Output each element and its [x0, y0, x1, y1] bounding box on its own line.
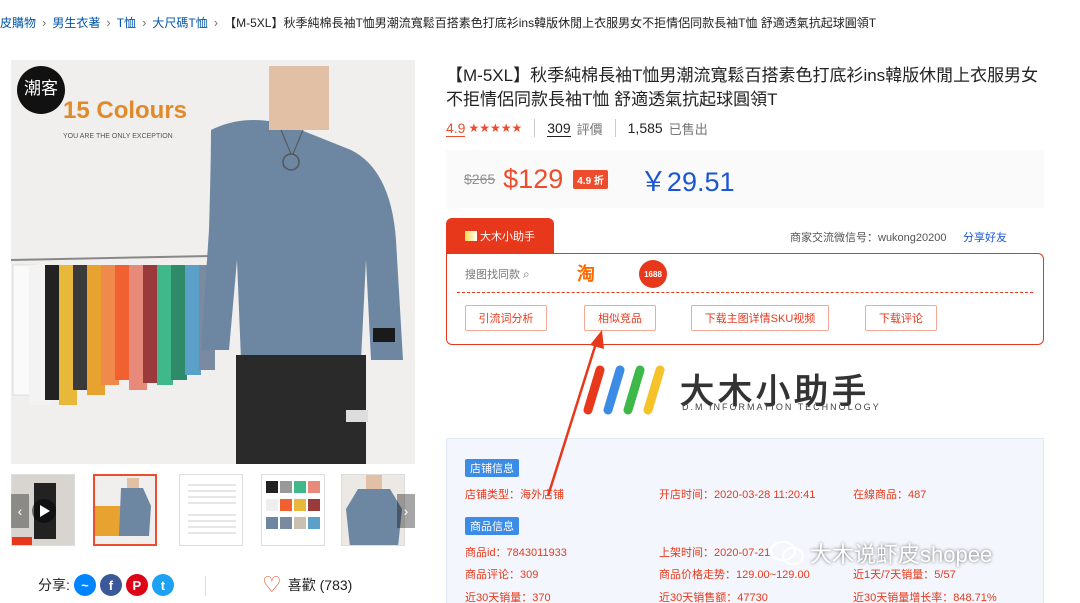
breadcrumb: 蝦皮購物 › 男生衣著 › T恤 › 大尺碼T恤 › 【M-5XL】秋季純棉長袖… — [0, 12, 876, 32]
chevron-right-icon: › — [42, 14, 47, 30]
alibaba-1688-icon[interactable]: 1688 — [639, 260, 667, 288]
share-label: 分享: — [38, 577, 70, 593]
sold-count: 1,585 — [627, 120, 663, 136]
store-type: 店铺类型：海外店铺 — [465, 489, 564, 501]
item-listed-time: 上架时间：2020-07-21 — [659, 547, 771, 559]
breadcrumb-item-subcategory[interactable]: T恤 — [117, 14, 136, 31]
breadcrumb-current: 【M-5XL】秋季純棉長袖T恤男潮流寬鬆百搭素色打底衫ins韓版休閒上衣服男女不… — [224, 15, 877, 30]
brand-stripes-icon — [583, 365, 665, 415]
reviews-label: 評價 — [576, 121, 603, 137]
breadcrumb-item-category[interactable]: 男生衣著 — [52, 14, 100, 31]
pinterest-icon[interactable]: P — [125, 574, 148, 596]
messenger-icon[interactable]: ~ — [73, 574, 96, 596]
chevron-right-icon: › — [142, 14, 147, 30]
size-chart-thumbnail — [180, 475, 242, 545]
item-id: 商品id：7843011933 — [465, 547, 567, 559]
item-reviews: 商品评论：309 — [465, 569, 539, 581]
wechat-icon — [770, 541, 804, 565]
share-divider — [205, 576, 206, 596]
watermark: 大木说虾皮shopee — [770, 535, 992, 571]
thumbnail-model[interactable] — [341, 474, 405, 546]
brand-subtitle: D.M INFORMATION TECHNOLOGY — [682, 402, 881, 412]
thumbnail-selected[interactable] — [93, 474, 157, 546]
like-label: 喜歡 (783) — [287, 577, 353, 593]
like-button[interactable]: ♡ 喜歡 (783) — [262, 572, 352, 598]
color-grid-thumbnail — [262, 475, 324, 545]
product-photo: 潮客 15 Colours YOU ARE THE ONLY EXCEPTION — [11, 60, 415, 464]
taobao-icon[interactable]: 淘 — [577, 260, 595, 286]
dashed-divider — [457, 292, 1033, 293]
product-main-image[interactable]: 潮客 15 Colours YOU ARE THE ONLY EXCEPTION — [11, 60, 415, 464]
thumbnail-image — [95, 476, 155, 544]
thumbnail-image — [342, 475, 404, 545]
thumbnail-size-chart[interactable] — [179, 474, 243, 546]
brand-badge-text: 潮客 — [24, 79, 58, 99]
thumbnail-colors[interactable] — [261, 474, 325, 546]
promo-subtitle: YOU ARE THE ONLY EXCEPTION — [63, 133, 173, 140]
divider — [614, 119, 616, 137]
plugin-logo-icon — [465, 231, 477, 241]
original-price: $265 — [464, 171, 496, 187]
plugin-share-link[interactable]: 分享好友 — [963, 229, 1007, 245]
plugin-tab-label: 大木小助手 — [480, 231, 535, 243]
prev-thumbnail-button[interactable]: ‹ — [11, 494, 29, 528]
star-rating-icon: ★★★★★ — [468, 121, 523, 135]
search-icon: ⌕ — [523, 266, 530, 281]
image-search-label: 搜图找同款 — [465, 269, 520, 281]
product-page: 蝦皮購物 › 男生衣著 › T恤 › 大尺碼T恤 › 【M-5XL】秋季純棉長袖… — [0, 0, 1080, 603]
download-media-button[interactable]: 下载主图详情SKU视频 — [691, 305, 829, 331]
plugin-wechat: 商家交流微信号：wukong20200 — [790, 232, 947, 244]
chevron-right-icon: › — [213, 14, 219, 30]
store-open-time: 开店时间：2020-03-28 11:20:41 — [659, 489, 816, 501]
item-revenue-30: 近30天销售额：47730 — [659, 592, 768, 603]
store-online-items: 在線商品：487 — [853, 489, 927, 501]
thumbnail-strip: ‹ › — [11, 474, 415, 548]
item-info-tag: 商品信息 — [465, 517, 519, 535]
facebook-icon[interactable]: f — [99, 574, 122, 596]
rating-score[interactable]: 4.9 — [446, 120, 466, 137]
rating-row: 4.9 ★★★★★ 309 評價 1,585 已售出 — [446, 118, 708, 138]
breadcrumb-item-home[interactable]: 蝦皮購物 — [0, 14, 36, 31]
item-growth-30: 近30天销量增长率：848.71% — [853, 592, 997, 603]
keyword-analysis-button[interactable]: 引流词分析 — [465, 305, 547, 331]
product-title: 【M-5XL】秋季純棉長袖T恤男潮流寬鬆百搭素色打底衫ins韓版休閒上衣服男女不… — [446, 66, 1039, 109]
price-box: $265 $129 4.9 折 ￥29.51 — [446, 150, 1044, 208]
image-search-button[interactable]: 搜图找同款 ⌕ — [465, 266, 530, 282]
breadcrumb-item-leaf[interactable]: 大尺碼T恤 — [152, 14, 207, 31]
plugin-panel: 搜图找同款 ⌕ 淘 1688 引流词分析 相似竞品 下载主图详情SKU视频 下载… — [446, 253, 1044, 345]
next-thumbnail-button[interactable]: › — [397, 494, 415, 528]
plugin-tab[interactable]: 大木小助手 — [446, 218, 554, 254]
sold-label: 已售出 — [668, 121, 708, 137]
chevron-right-icon: › — [106, 14, 111, 30]
reviews-count[interactable]: 309 — [547, 120, 571, 137]
watermark-text: 大木说虾皮shopee — [810, 542, 993, 567]
heart-icon: ♡ — [262, 572, 282, 597]
cny-price: ￥29.51 — [639, 166, 735, 197]
download-reviews-button[interactable]: 下载评论 — [865, 305, 937, 331]
divider — [534, 119, 536, 137]
store-info-tag: 店铺信息 — [465, 459, 519, 477]
plugin-brand-logo: 大木小助手 D.M INFORMATION TECHNOLOGY — [578, 360, 918, 416]
store-info-panel: 店铺信息 店铺类型：海外店铺 开店时间：2020-03-28 11:20:41 … — [446, 438, 1044, 603]
current-price: $129 — [503, 163, 564, 194]
discount-badge: 4.9 折 — [573, 169, 608, 189]
item-sales-30: 近30天销量：370 — [465, 592, 551, 603]
share-row: 分享: ~ f P t — [38, 573, 174, 597]
promo-title: 15 Colours — [63, 97, 187, 124]
similar-products-button[interactable]: 相似竞品 — [584, 305, 656, 331]
twitter-icon[interactable]: t — [151, 574, 174, 596]
